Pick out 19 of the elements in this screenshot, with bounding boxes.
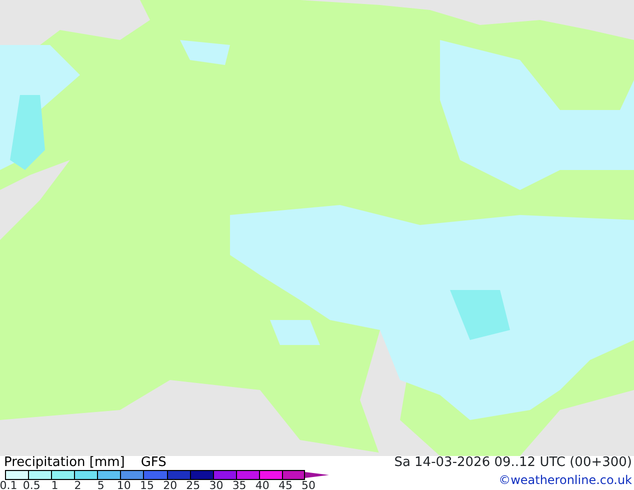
credit-link[interactable]: ©weatheronline.co.uk <box>498 474 632 487</box>
model-name: GFS <box>140 456 166 470</box>
legend-tick-label: 1 <box>50 480 60 490</box>
legend-tick-label: 15 <box>139 480 155 490</box>
legend-tick-label: 20 <box>162 480 178 490</box>
legend-tick-label: 45 <box>277 480 294 490</box>
legend-tick-label: 30 <box>208 480 224 490</box>
valid-time: Sa 14-03-2026 09..12 UTC (00+300) <box>394 456 632 470</box>
legend-tick-label: 10 <box>116 480 132 490</box>
legend-tick-label: 40 <box>254 480 270 490</box>
legend-tick-label: 25 <box>185 480 202 490</box>
legend-tick-label: 2 <box>73 480 82 490</box>
legend-title: Precipitation [mm] <box>4 456 125 470</box>
legend-tick-label: 5 <box>96 480 106 490</box>
legend-tick-label: 0.1 <box>0 480 18 490</box>
legend-tick-label: 0.5 <box>22 480 42 490</box>
legend-tick-label: 50 <box>300 480 317 490</box>
legend-tick-label: 35 <box>231 480 248 490</box>
arrow-icon <box>305 470 330 480</box>
